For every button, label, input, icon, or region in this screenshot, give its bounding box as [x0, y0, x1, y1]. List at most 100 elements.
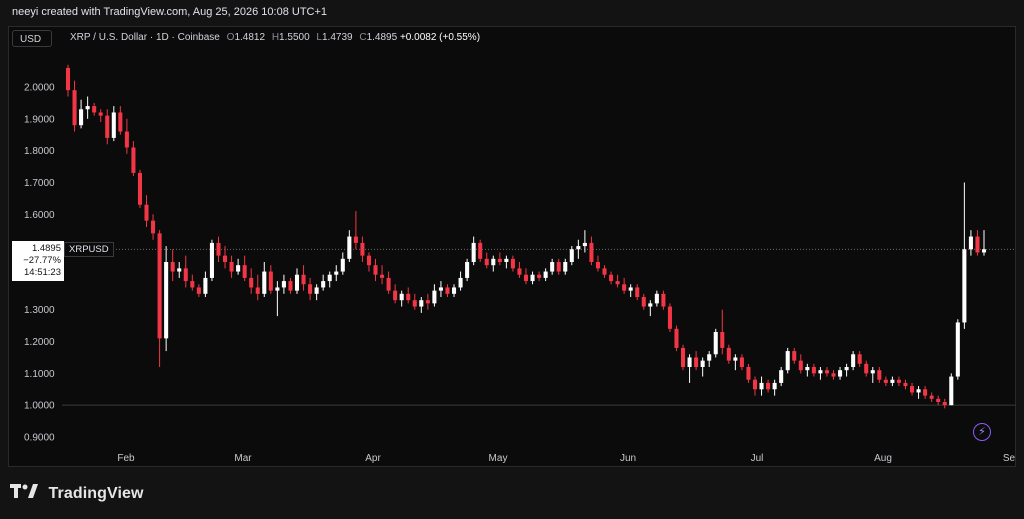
candle-body: [432, 290, 437, 304]
candle-body: [190, 281, 195, 288]
candle-body: [249, 277, 254, 288]
candle-body: [739, 357, 744, 367]
candle-body: [393, 290, 398, 301]
bolt-icon[interactable]: ⚡: [973, 423, 991, 441]
candle-body: [478, 242, 483, 259]
candle-body: [746, 367, 751, 380]
candle-body: [484, 258, 489, 266]
candle-body: [366, 255, 371, 266]
candle-body: [707, 354, 712, 361]
candle-body: [733, 357, 738, 361]
price-chart[interactable]: 2.0000 1.9000 1.8000 1.7000 1.6000 1.3000 1.20…: [0, 0, 1024, 519]
candle-body: [962, 249, 967, 323]
y-tick-label: 1.6000: [24, 210, 55, 221]
candle-body: [465, 262, 470, 278]
candle-body: [981, 249, 987, 253]
candle-body: [438, 287, 443, 291]
candle-body: [916, 389, 921, 393]
candle-body: [131, 147, 136, 173]
candle-body: [543, 271, 548, 278]
candle-body: [648, 303, 653, 307]
y-tick-label: 1.1000: [24, 369, 55, 380]
brand-name: TradingView: [48, 484, 144, 502]
x-tick-label: Jul: [751, 453, 764, 464]
candle-body: [537, 274, 542, 278]
candle-body: [452, 287, 457, 294]
candle-body: [674, 328, 679, 348]
candle-body: [386, 277, 391, 291]
x-tick-label: May: [489, 453, 508, 464]
candle-body: [262, 271, 267, 294]
x-tick-label: Aug: [874, 453, 892, 464]
candle-body: [275, 287, 280, 291]
candle-body: [582, 242, 587, 247]
candle-body: [314, 287, 319, 294]
candle-body: [373, 265, 378, 275]
candle-body: [903, 382, 908, 387]
candle-body: [870, 370, 875, 374]
candle-body: [203, 277, 208, 294]
candle-body: [792, 351, 797, 361]
y-tick-label: 1.7000: [24, 178, 55, 189]
candle-body: [124, 131, 129, 148]
candle-body: [419, 300, 424, 307]
y-tick-label: 1.0000: [24, 401, 55, 412]
candle-body: [589, 242, 594, 262]
candle-body: [811, 367, 816, 374]
tradingview-logo[interactable]: TradingView: [10, 484, 144, 504]
y-tick-label: 0.9000: [24, 433, 55, 444]
candle-body: [713, 332, 718, 355]
candle-body: [550, 262, 555, 272]
last-price: 1.4895: [31, 243, 61, 254]
candle-body: [622, 284, 627, 291]
candle-body: [720, 332, 725, 348]
candle-body: [772, 382, 777, 390]
bar-countdown: 14:51:23: [24, 267, 61, 278]
candle-body: [353, 236, 358, 243]
candle-body: [831, 373, 836, 377]
candle-body: [530, 274, 535, 282]
candle-body: [896, 379, 901, 383]
candle-body: [556, 262, 561, 272]
candle-body: [824, 370, 829, 374]
candle-body: [380, 274, 385, 278]
candle-body: [687, 357, 692, 367]
candle-body: [98, 112, 103, 116]
candle-body: [177, 268, 182, 272]
candle-body: [92, 106, 97, 113]
candle-body: [223, 255, 228, 262]
candle-body: [857, 354, 862, 364]
candle-body: [968, 236, 973, 250]
candle-body: [164, 262, 169, 339]
candle-body: [595, 262, 600, 269]
candle-body: [883, 379, 888, 383]
candle-body: [334, 271, 339, 275]
candle-body: [805, 367, 810, 371]
candle-body: [602, 268, 607, 275]
candle-body: [196, 287, 201, 294]
candle-body: [818, 370, 823, 374]
candle-body: [700, 360, 705, 367]
candle-body: [523, 274, 529, 282]
candle-body: [949, 376, 954, 406]
x-tick-label: Mar: [234, 453, 252, 464]
candle-body: [667, 306, 672, 329]
candle-body: [72, 90, 77, 126]
candle-body: [118, 112, 123, 132]
candle-body: [798, 360, 803, 371]
candle-body: [779, 370, 784, 383]
candle-body: [281, 281, 286, 288]
candle-body: [504, 258, 509, 262]
candle-body: [347, 236, 352, 259]
candle-body: [955, 322, 960, 377]
candle-body: [851, 354, 856, 367]
y-tick-label: 1.2000: [24, 337, 55, 348]
candle-body: [236, 265, 241, 272]
candle-body: [726, 347, 731, 361]
candle-body: [491, 258, 496, 266]
candle-body: [406, 293, 411, 301]
candle-body: [615, 281, 620, 285]
y-tick-label: 1.8000: [24, 146, 55, 157]
candle-body: [288, 281, 293, 291]
candle-body: [229, 262, 234, 272]
